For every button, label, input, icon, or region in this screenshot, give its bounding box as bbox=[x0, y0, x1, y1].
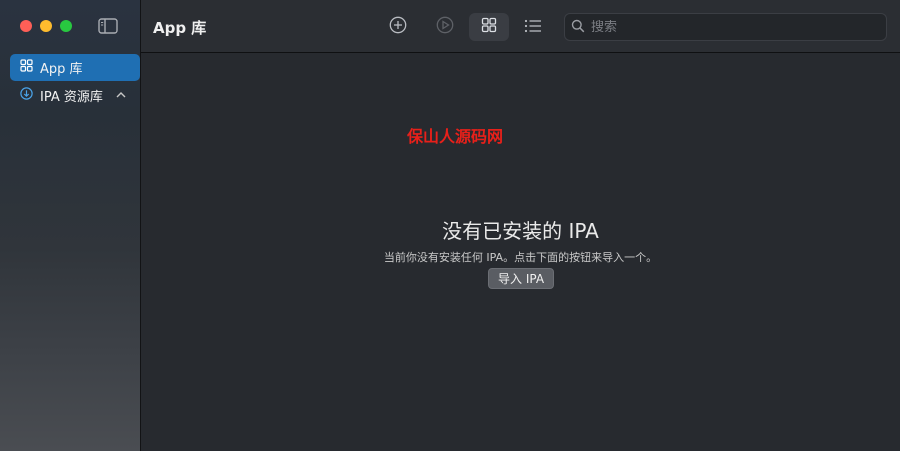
maximize-window-button[interactable] bbox=[60, 20, 72, 32]
list-view-button[interactable] bbox=[513, 13, 553, 41]
sidebar-toggle-icon[interactable] bbox=[98, 17, 118, 35]
search-field[interactable] bbox=[564, 13, 887, 41]
list-view-icon bbox=[524, 18, 542, 37]
run-button[interactable] bbox=[425, 13, 465, 41]
watermark-text: 保山人源码网 bbox=[407, 127, 504, 146]
chevron-up-icon[interactable] bbox=[116, 90, 126, 101]
search-icon bbox=[571, 18, 585, 37]
empty-state-subtitle: 当前你没有安装任何 IPA。点击下面的按钮来导入一个。 bbox=[383, 251, 658, 264]
add-button[interactable] bbox=[378, 13, 418, 41]
main-content: 保山人源码网 没有已安装的 IPA 当前你没有安装任何 IPA。点击下面的按钮来… bbox=[141, 54, 900, 451]
sidebar-item-label: IPA 资源库 bbox=[40, 90, 103, 105]
sidebar-item-app-library[interactable]: App 库 bbox=[10, 54, 140, 81]
add-icon bbox=[389, 16, 407, 38]
page-title: App 库 bbox=[153, 19, 207, 37]
import-ipa-button[interactable]: 导入 IPA bbox=[488, 268, 555, 289]
window-controls bbox=[20, 20, 72, 32]
close-window-button[interactable] bbox=[20, 20, 32, 32]
app-window: App 库 IPA 资源库 App 库 搜索 保山人源码网 没有已安装的 IPA… bbox=[0, 0, 900, 451]
sidebar: App 库 IPA 资源库 bbox=[0, 0, 141, 451]
play-icon bbox=[436, 16, 454, 38]
grid-view-button[interactable] bbox=[469, 13, 509, 41]
grid-icon bbox=[20, 59, 33, 76]
empty-state-title: 没有已安装的 IPA bbox=[442, 219, 599, 243]
sidebar-item-label: App 库 bbox=[40, 62, 83, 77]
minimize-window-button[interactable] bbox=[40, 20, 52, 32]
grid-view-icon bbox=[481, 17, 497, 37]
sidebar-item-ipa-library[interactable]: IPA 资源库 bbox=[10, 82, 140, 109]
search-input[interactable] bbox=[591, 19, 871, 35]
download-circle-icon bbox=[20, 87, 33, 104]
toolbar: App 库 bbox=[141, 0, 900, 53]
